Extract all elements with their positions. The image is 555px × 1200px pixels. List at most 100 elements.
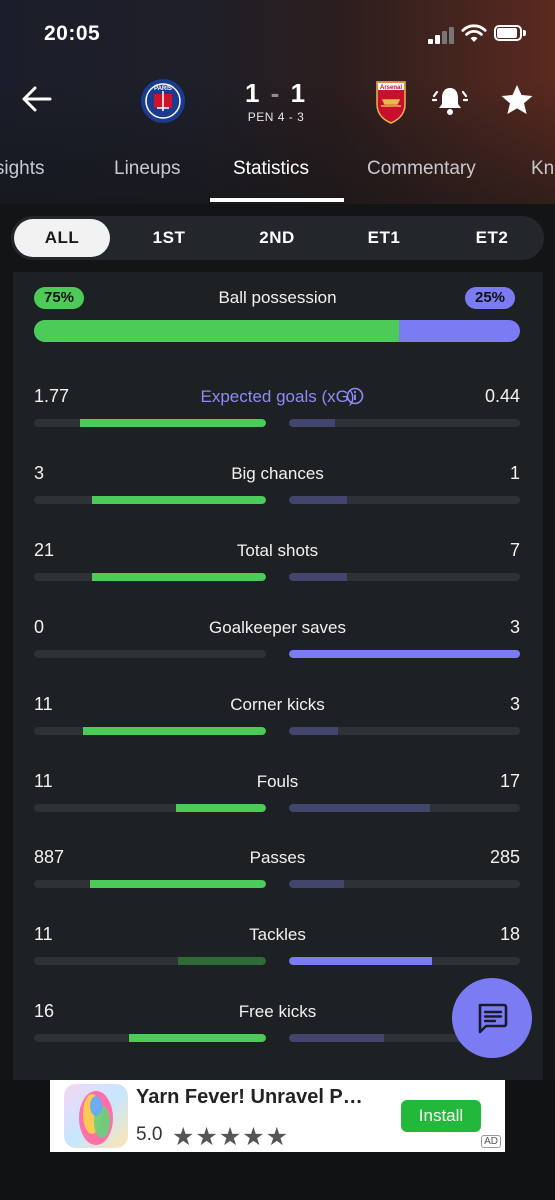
ad-tag: AD bbox=[481, 1135, 501, 1148]
stat-away-value: 7 bbox=[509, 539, 520, 560]
stat-away-track bbox=[289, 726, 520, 735]
stat-away-value: 17 bbox=[499, 770, 520, 791]
stat-label: Free kicks bbox=[238, 1002, 317, 1022]
status-time: 20:05 bbox=[44, 22, 101, 45]
wifi-icon bbox=[461, 24, 487, 42]
period-2nd[interactable]: 2ND bbox=[229, 216, 325, 260]
stat-home-track bbox=[34, 419, 266, 427]
stat-home-track bbox=[34, 803, 266, 812]
stat-home-bar bbox=[175, 803, 266, 812]
svg-text:Arsenal: Arsenal bbox=[380, 85, 402, 91]
info-icon[interactable] bbox=[346, 387, 364, 405]
status-bar: 20:05 bbox=[0, 0, 555, 70]
period-et2[interactable]: ET2 bbox=[444, 216, 540, 260]
stat-away-bar bbox=[289, 649, 520, 658]
home-team-crest-icon[interactable]: PARIS bbox=[140, 78, 186, 124]
stat-away-value: 18 bbox=[499, 924, 520, 945]
tab-statistics[interactable]: Statistics bbox=[233, 158, 309, 180]
stat-home-bar bbox=[89, 880, 266, 889]
notification-bell-icon[interactable] bbox=[432, 84, 468, 118]
ad-banner[interactable]: Yarn Fever! Unravel P… 5.0 ★★★★★ Install… bbox=[50, 1080, 505, 1152]
stat-label: Fouls bbox=[256, 771, 299, 791]
stat-away-track bbox=[289, 495, 520, 504]
stat-away-value: 3 bbox=[509, 693, 520, 714]
stat-row: 11 Tackles 18 bbox=[0, 924, 555, 984]
chat-icon bbox=[478, 1003, 508, 1034]
stat-away-bar bbox=[289, 957, 433, 966]
tab-lineups[interactable]: Lineups bbox=[114, 158, 181, 180]
stat-away-track bbox=[289, 572, 520, 581]
period-selector: ALL 1ST 2ND ET1 ET2 bbox=[11, 216, 544, 260]
tab-commentary[interactable]: Commentary bbox=[367, 158, 476, 180]
stat-away-track bbox=[289, 419, 520, 427]
stat-home-track bbox=[34, 1034, 266, 1043]
ad-app-icon[interactable] bbox=[64, 1084, 128, 1148]
ad-install-button[interactable]: Install bbox=[401, 1100, 481, 1132]
stat-home-track bbox=[34, 880, 266, 889]
stat-label: Goalkeeper saves bbox=[208, 617, 347, 637]
stat-away-track bbox=[289, 649, 520, 658]
stat-home-value: 16 bbox=[34, 1001, 55, 1022]
period-et1[interactable]: ET1 bbox=[336, 216, 432, 260]
stat-away-bar bbox=[289, 419, 336, 427]
ad-stars-icon: ★★★★★ bbox=[172, 1123, 290, 1151]
chat-button[interactable] bbox=[452, 978, 532, 1058]
home-possession-badge: 75% bbox=[34, 287, 85, 309]
tab-knockout[interactable]: Knockout bbox=[531, 158, 555, 180]
svg-text:PARIS: PARIS bbox=[154, 86, 172, 92]
stat-row: 11 Corner kicks 3 bbox=[0, 694, 555, 754]
possession-home-fill bbox=[34, 320, 399, 342]
stat-row: 887 Passes 285 bbox=[0, 847, 555, 907]
stat-label[interactable]: Expected goals (xG) bbox=[140, 387, 415, 407]
active-tab-indicator bbox=[210, 198, 344, 202]
away-possession-badge: 25% bbox=[465, 287, 516, 309]
stat-away-bar bbox=[289, 572, 347, 581]
stat-home-value: 887 bbox=[34, 847, 65, 868]
stat-home-bar bbox=[92, 495, 266, 504]
stat-row: 1.77 Expected goals (xG) 0.44 bbox=[0, 386, 555, 446]
stat-home-value: 21 bbox=[34, 539, 55, 560]
stat-home-bar bbox=[92, 572, 266, 581]
stat-home-value: 11 bbox=[34, 770, 53, 791]
stat-home-value: 11 bbox=[34, 693, 53, 714]
favorite-star-icon[interactable] bbox=[500, 84, 534, 116]
match-row: PARIS 1 - 1 PEN 4 - 3 Arsenal bbox=[0, 72, 555, 132]
stat-home-track bbox=[34, 726, 266, 735]
stat-away-bar bbox=[289, 495, 347, 504]
stat-label: Corner kicks bbox=[230, 694, 325, 714]
stat-row: 11 Fouls 17 bbox=[0, 771, 555, 831]
back-arrow-icon[interactable] bbox=[20, 82, 54, 116]
stat-away-value: 3 bbox=[509, 616, 520, 637]
stat-home-value: 11 bbox=[34, 924, 53, 945]
stat-label: Big chances bbox=[231, 463, 324, 483]
battery-icon bbox=[494, 25, 528, 43]
score-separator: - bbox=[270, 78, 282, 108]
stat-away-track bbox=[289, 880, 520, 889]
cellular-signal-icon bbox=[428, 26, 458, 44]
stat-row: 0 Goalkeeper saves 3 bbox=[0, 617, 555, 677]
away-team-crest-icon[interactable]: Arsenal bbox=[368, 78, 414, 124]
match-header: 20:05 PARIS 1 - 1 PEN 4 - 3 Arsenal ight… bbox=[0, 0, 555, 204]
stat-away-value: 1 bbox=[509, 462, 520, 483]
stat-row: 3 Big chances 1 bbox=[0, 463, 555, 523]
possession-label: Ball possession bbox=[218, 288, 337, 307]
stat-away-bar bbox=[289, 880, 345, 889]
period-all[interactable]: ALL bbox=[14, 219, 110, 257]
stat-row: 21 Total shots 7 bbox=[0, 540, 555, 600]
stat-away-value: 0.44 bbox=[484, 386, 520, 406]
stat-away-bar bbox=[289, 726, 338, 735]
match-tabs: Insights Lineups Statistics Commentary K… bbox=[0, 148, 555, 204]
possession-bar bbox=[34, 320, 520, 342]
stat-away-track bbox=[289, 957, 520, 966]
match-score: 1 - 1 bbox=[236, 78, 316, 109]
tab-insights[interactable]: Insights bbox=[0, 158, 44, 180]
stat-away-value: 285 bbox=[489, 847, 520, 868]
stat-away-track bbox=[289, 803, 520, 812]
period-1st[interactable]: 1ST bbox=[121, 216, 217, 260]
stat-home-track bbox=[34, 495, 266, 504]
penalty-result: PEN 4 - 3 bbox=[247, 110, 305, 124]
home-score: 1 bbox=[244, 78, 262, 108]
stat-home-value: 0 bbox=[34, 616, 45, 637]
stat-away-bar bbox=[289, 803, 430, 812]
ad-title[interactable]: Yarn Fever! Unravel P… bbox=[136, 1086, 363, 1109]
